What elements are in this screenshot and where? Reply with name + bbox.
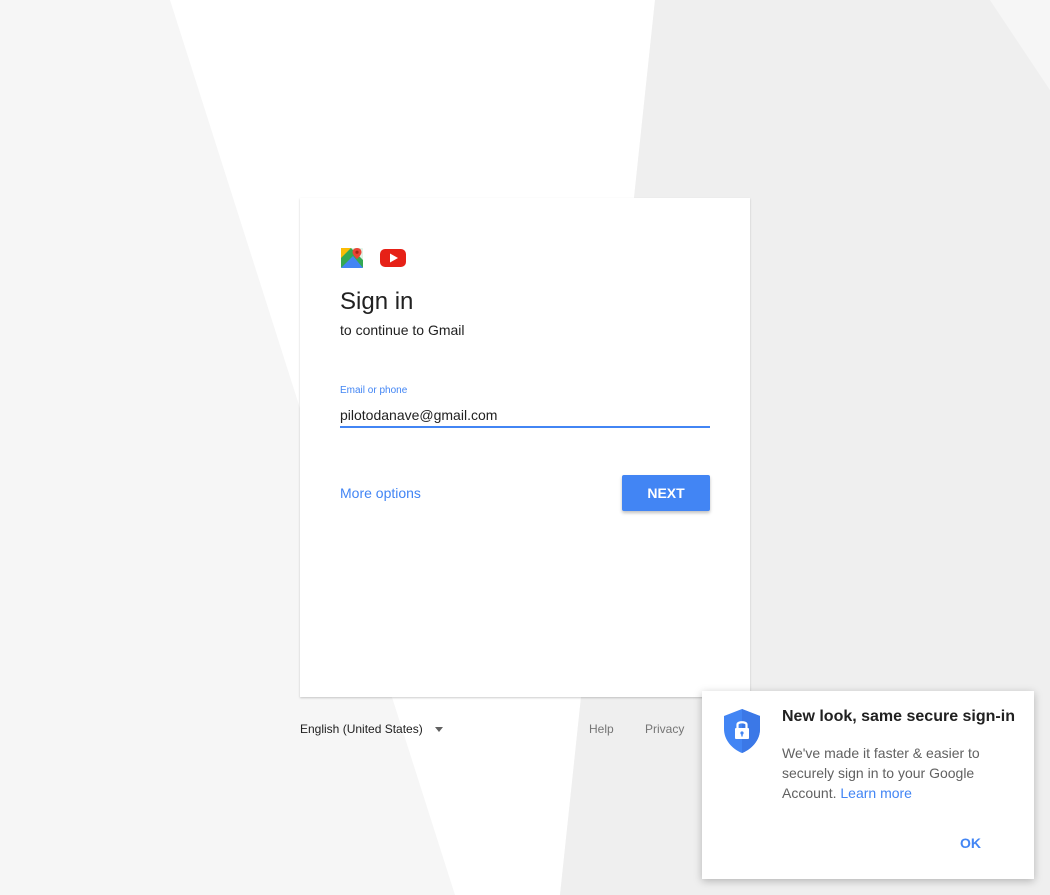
shield-lock-icon	[724, 709, 760, 753]
help-link[interactable]: Help	[589, 722, 614, 736]
page-subtitle: to continue to Gmail	[340, 322, 465, 338]
maps-icon	[341, 248, 363, 268]
language-selector[interactable]: English (United States)	[300, 722, 443, 736]
learn-more-link[interactable]: Learn more	[840, 785, 912, 801]
signin-card: Sign in to continue to Gmail Email or ph…	[300, 198, 750, 697]
caret-down-icon	[434, 726, 443, 732]
privacy-link[interactable]: Privacy	[645, 722, 684, 736]
popup-title: New look, same secure sign-in	[782, 708, 1015, 725]
email-field[interactable]	[340, 404, 710, 428]
popup-body: We've made it faster & easier to securel…	[782, 743, 1002, 803]
next-button[interactable]: NEXT	[622, 475, 710, 511]
ok-button[interactable]: OK	[960, 835, 981, 851]
product-logos	[340, 246, 406, 270]
new-look-popup: New look, same secure sign-in We've made…	[702, 691, 1034, 879]
email-field-label: Email or phone	[340, 385, 408, 396]
more-options-link[interactable]: More options	[340, 485, 421, 501]
page-title: Sign in	[340, 288, 414, 315]
language-label: English (United States)	[300, 722, 423, 736]
youtube-icon	[380, 249, 406, 267]
